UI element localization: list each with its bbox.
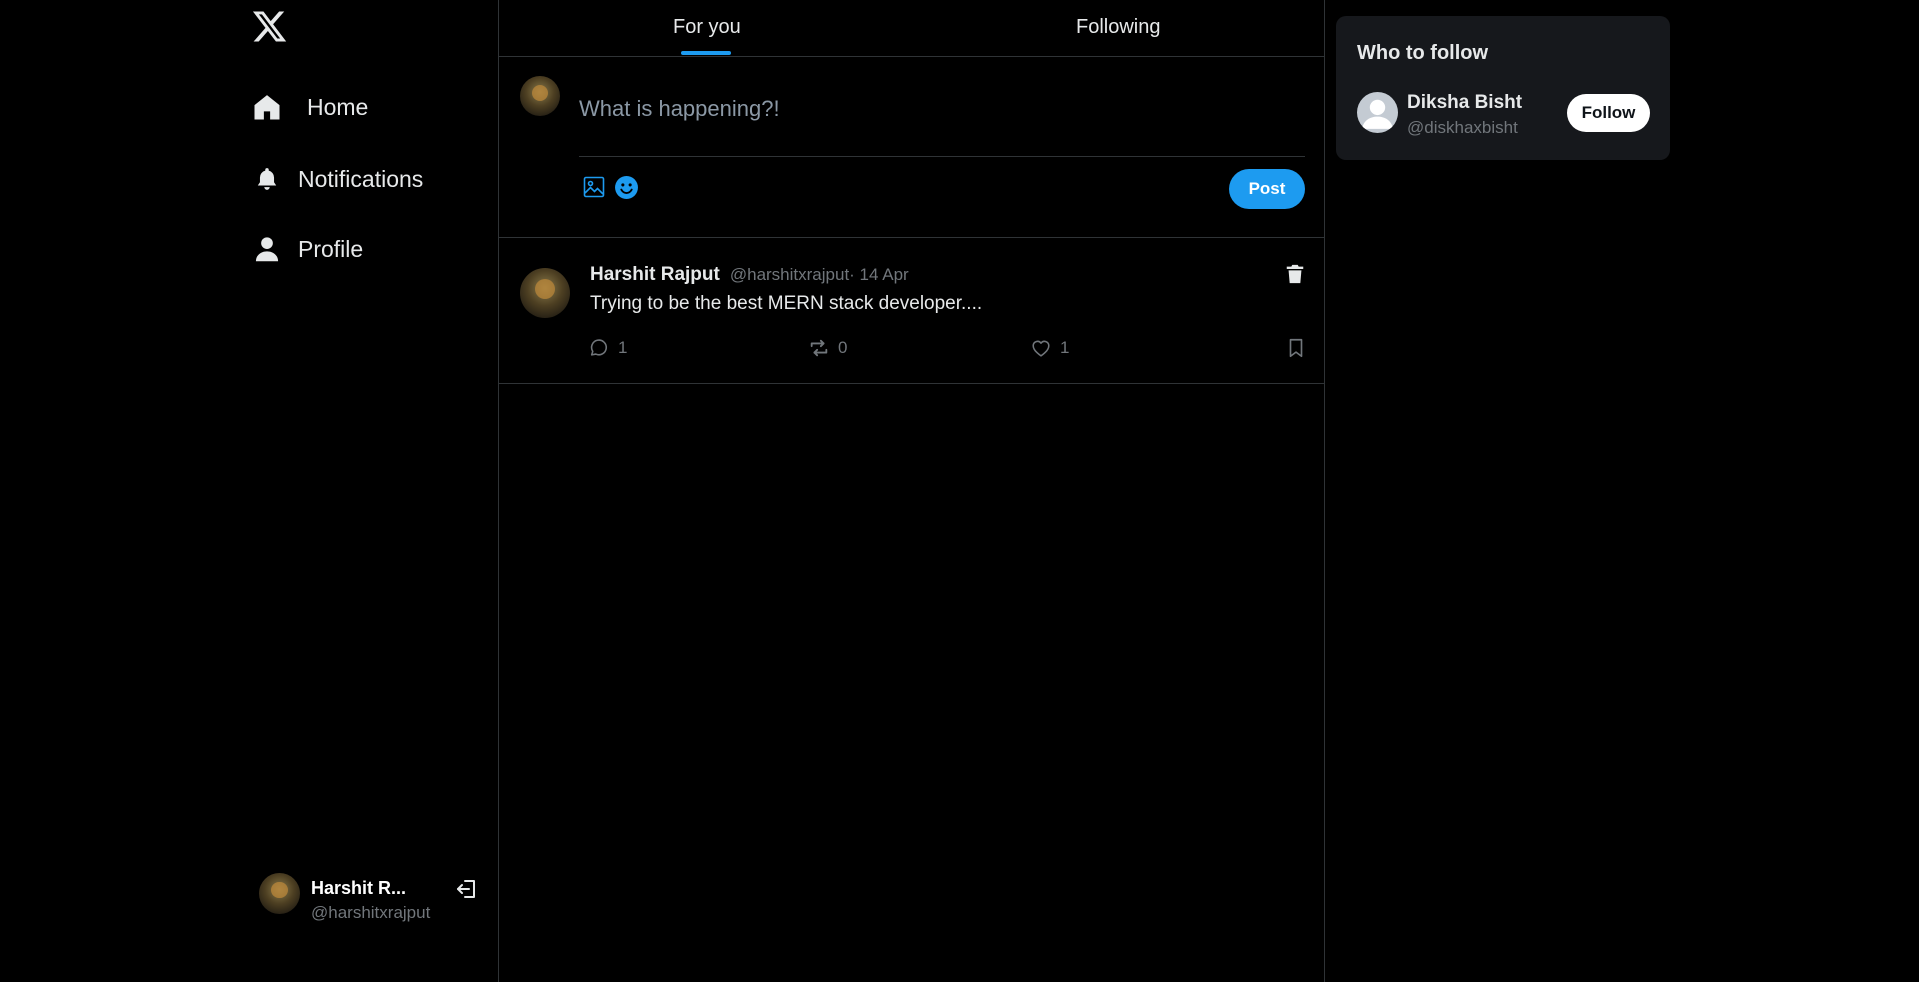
comment-icon [588, 337, 610, 359]
suggestion-name[interactable]: Diksha Bisht [1407, 92, 1522, 114]
like-count: 1 [1060, 338, 1070, 357]
home-icon [251, 91, 283, 123]
user-icon [251, 233, 283, 265]
nav-item-label: Profile [298, 235, 364, 262]
account-handle: @harshitxrajput [311, 903, 431, 922]
emoji-icon[interactable] [614, 175, 639, 200]
like-button[interactable]: 1 [1030, 337, 1069, 359]
composer-divider [579, 156, 1305, 157]
trash-icon[interactable] [1284, 263, 1306, 285]
who-to-follow-title: Who to follow [1357, 42, 1489, 64]
composer-input[interactable] [579, 79, 1304, 139]
post-text: Trying to be the best MERN stack develop… [590, 293, 983, 314]
reply-button[interactable]: 1 [588, 337, 627, 359]
heart-icon [1030, 337, 1052, 359]
image-icon[interactable] [582, 175, 606, 199]
nav-item-label: Home [307, 93, 369, 120]
account-name: Harshit R... [311, 878, 407, 898]
repost-count: 0 [838, 338, 848, 357]
repost-icon [808, 337, 830, 359]
avatar [259, 873, 300, 914]
reply-count: 1 [618, 338, 628, 357]
logout-icon[interactable] [455, 877, 479, 901]
bookmark-icon[interactable] [1285, 337, 1307, 359]
follow-suggestion: Diksha Bisht @diskhaxbisht Follow [1357, 92, 1651, 142]
suggestion-handle: @diskhaxbisht [1407, 118, 1518, 137]
post-header: Harshit Rajput @harshitxrajput · 14 Apr [590, 264, 909, 286]
avatar [520, 76, 560, 116]
default-avatar-icon[interactable] [1357, 92, 1398, 133]
repost-button[interactable]: 0 [808, 337, 847, 359]
main-feed: For you Following Post Harshit Rajput @h… [499, 0, 1325, 982]
account-switcher[interactable]: Harshit R... @harshitxrajput [259, 873, 481, 922]
post-handle[interactable]: @harshitxrajput [730, 265, 849, 285]
nav-item-home[interactable]: Home [251, 91, 368, 123]
x-logo-icon[interactable] [251, 8, 288, 45]
post-author[interactable]: Harshit Rajput [590, 264, 720, 286]
nav-item-label: Notifications [298, 165, 424, 192]
post-button[interactable]: Post [1229, 169, 1305, 209]
post-item[interactable]: Harshit Rajput @harshitxrajput · 14 Apr … [499, 238, 1324, 384]
tab-following[interactable]: Following [1076, 16, 1160, 39]
nav-item-profile[interactable]: Profile [251, 233, 363, 265]
left-sidebar: Home Notifications Profile Harshit R... … [0, 0, 499, 982]
follow-button[interactable]: Follow [1567, 94, 1650, 132]
post-date: · 14 Apr [849, 265, 909, 284]
avatar[interactable] [520, 268, 570, 318]
who-to-follow-panel: Who to follow Diksha Bisht @diskhaxbisht… [1336, 16, 1670, 160]
tab-for-you[interactable]: For you [673, 16, 741, 39]
active-tab-indicator [681, 51, 731, 55]
post-composer: Post [499, 57, 1324, 238]
nav-item-notifications[interactable]: Notifications [251, 163, 423, 195]
bell-icon [251, 163, 283, 195]
feed-tabs: For you Following [499, 0, 1324, 57]
